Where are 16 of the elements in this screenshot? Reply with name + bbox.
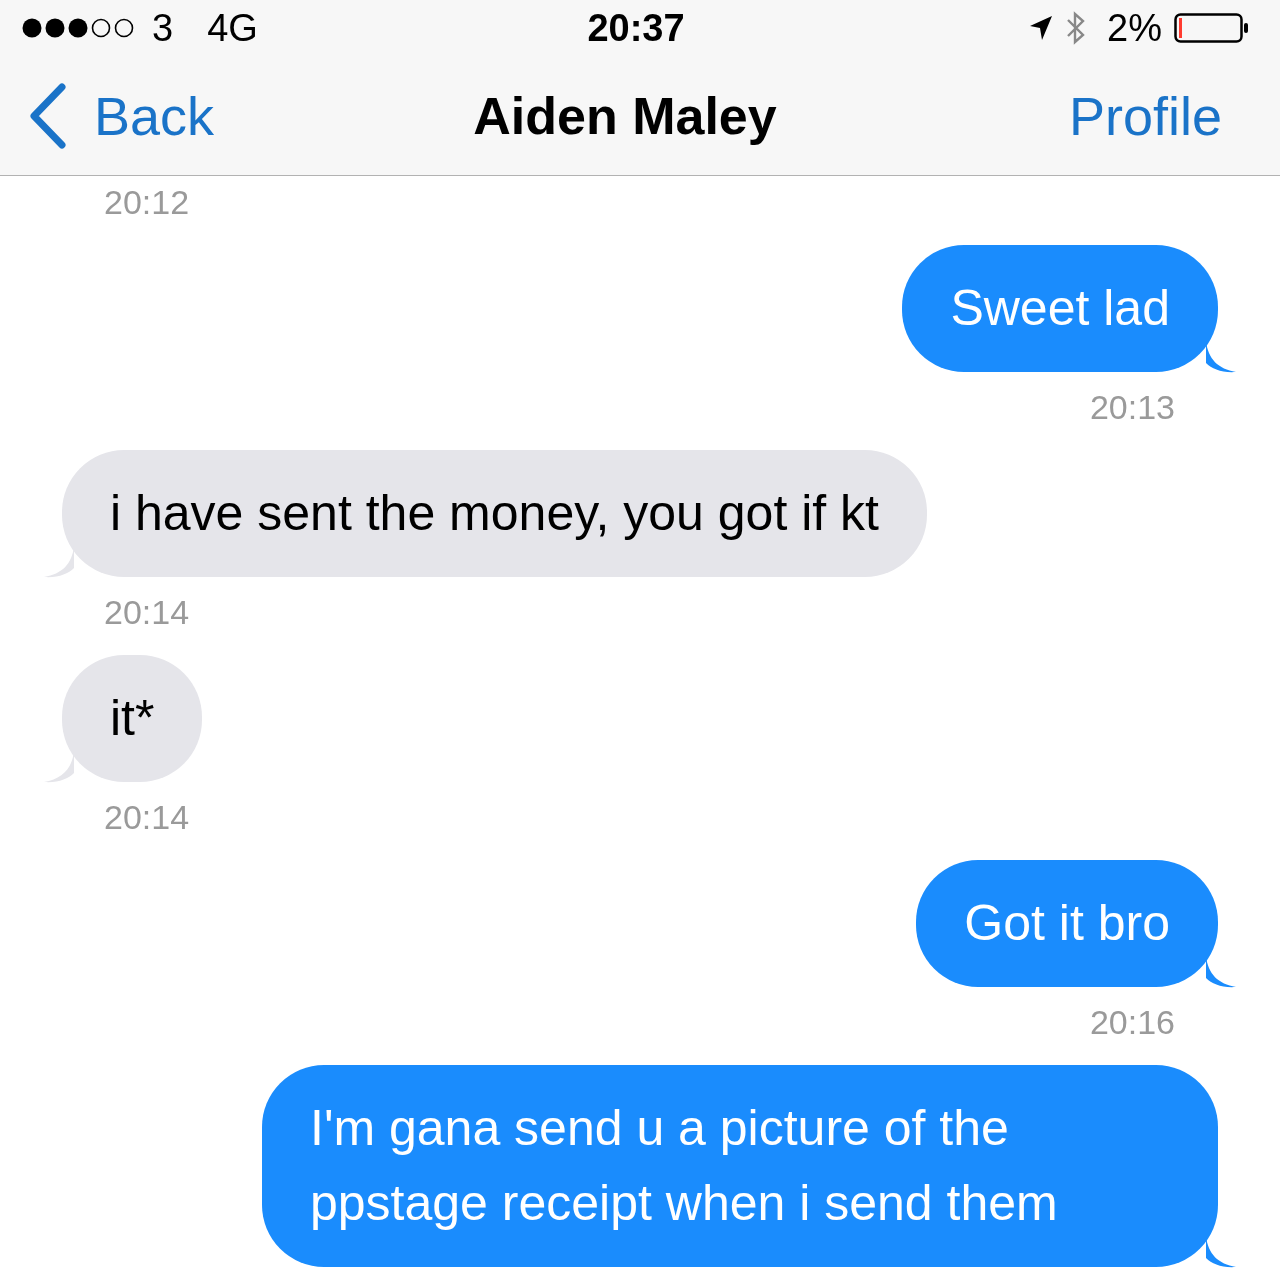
battery-percent: 2%	[1107, 6, 1162, 50]
conversation-title: Aiden Maley	[473, 85, 777, 146]
timestamp: 20:12	[103, 182, 191, 223]
location-arrow-icon	[1029, 15, 1054, 42]
timestamp: 20:13	[1088, 387, 1176, 428]
back-button[interactable]: Back	[28, 82, 358, 149]
network-type: 4G	[207, 6, 258, 50]
battery-icon	[1174, 13, 1250, 44]
timestamp: 20:14	[103, 797, 191, 838]
profile-link[interactable]: Profile	[892, 84, 1222, 147]
chevron-left-icon	[28, 82, 68, 149]
status-time: 20:37	[587, 6, 685, 50]
carrier-name: 3	[152, 6, 174, 50]
timestamp: 20:14	[103, 592, 191, 633]
signal-icon	[22, 17, 136, 40]
timestamp: 20:16	[1088, 1002, 1176, 1043]
